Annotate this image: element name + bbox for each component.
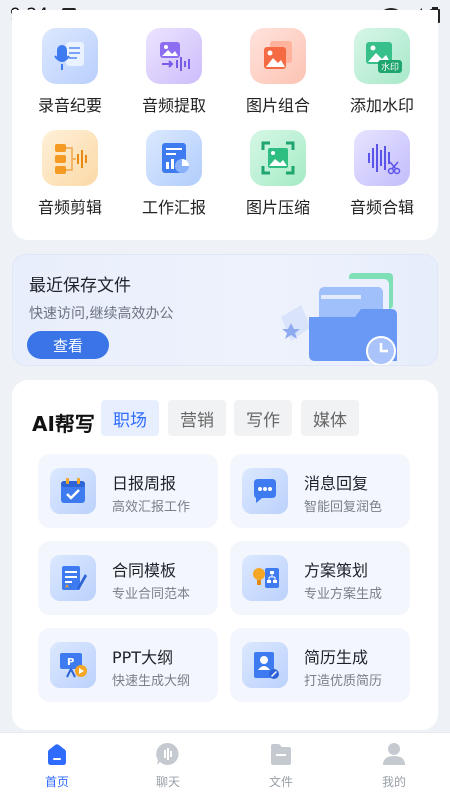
ai-item-name: 日报周报 (112, 474, 177, 493)
tab-writing[interactable]: 写作 (234, 400, 292, 436)
tool-image-combine[interactable]: 图片组合 (226, 28, 330, 116)
ai-item-contract-template[interactable]: 合同模板 专业合同范本 (38, 541, 218, 615)
ai-item-ppt-outline[interactable]: P PPT大纲 快速生成大纲 (38, 628, 218, 702)
report-chart-icon (146, 130, 202, 186)
tool-audio-merge[interactable]: 音频合辑 (330, 130, 434, 218)
folder-icon (268, 741, 294, 767)
ai-item-name: 简历生成 (304, 648, 369, 667)
chat-bubble-icon (242, 468, 288, 514)
bottom-nav: 首页 聊天 文件 我的 (0, 732, 450, 800)
tool-label: 音频提取 (141, 96, 206, 115)
tool-image-compress[interactable]: 图片压缩 (226, 130, 330, 218)
nav-label: 首页 (44, 775, 69, 789)
ai-item-name: 合同模板 (112, 561, 177, 580)
ai-item-desc: 高效汇报工作 (112, 500, 191, 515)
tab-media[interactable]: 媒体 (301, 400, 359, 436)
watermark-image-icon: 水印 (354, 28, 410, 84)
ai-section-title: AI帮写 (32, 412, 95, 436)
ai-writing-card: AI帮写 职场 营销 写作 媒体 日报周报 高效汇报工作 消息回复 智能回复润色… (12, 380, 438, 730)
contract-pen-icon (50, 555, 96, 601)
ai-item-resume-generate[interactable]: 简历生成 打造优质简历 (230, 628, 410, 702)
audio-merge-icon (354, 130, 410, 186)
tool-label: 音频剪辑 (37, 198, 102, 217)
stacked-images-icon (250, 28, 306, 84)
ai-item-desc: 专业合同范本 (112, 587, 191, 602)
tool-label: 工作汇报 (141, 198, 206, 217)
ppt-presentation-icon: P (50, 642, 96, 688)
ai-item-name: 消息回复 (304, 474, 369, 493)
recent-files-subtitle: 快速访问,继续高效办公 (29, 306, 174, 322)
tool-label: 图片压缩 (245, 198, 310, 217)
tools-card: 录音纪要 音频提取 图片组合 水印 添加水印 音频剪辑 工作汇报 图片压缩 音频… (12, 10, 438, 240)
home-icon (44, 741, 70, 767)
tool-label: 音频合辑 (349, 198, 414, 217)
tool-label: 添加水印 (349, 96, 414, 115)
nav-label: 聊天 (155, 775, 180, 789)
ai-item-message-reply[interactable]: 消息回复 智能回复润色 (230, 454, 410, 528)
nav-home[interactable]: 首页 (17, 741, 97, 790)
nav-files[interactable]: 文件 (241, 741, 321, 790)
resume-profile-icon (242, 642, 288, 688)
image-audio-extract-icon (146, 28, 202, 84)
recent-files-card[interactable]: 最近保存文件 快速访问,继续高效办公 查看 (12, 254, 438, 366)
watermark-badge-text: 水印 (381, 61, 399, 73)
ai-item-desc: 打造优质简历 (304, 674, 383, 689)
tool-label: 图片组合 (245, 96, 310, 115)
chat-icon (155, 741, 181, 767)
tool-audio-extract[interactable]: 音频提取 (122, 28, 226, 116)
ai-item-desc: 专业方案生成 (304, 587, 383, 602)
ai-item-daily-weekly-report[interactable]: 日报周报 高效汇报工作 (38, 454, 218, 528)
nav-label: 文件 (268, 775, 293, 789)
tool-audio-cut[interactable]: 音频剪辑 (18, 130, 122, 218)
nav-profile[interactable]: 我的 (354, 741, 434, 790)
calendar-check-icon (50, 468, 96, 514)
nav-chat[interactable]: 聊天 (128, 741, 208, 790)
idea-flowchart-icon (242, 555, 288, 601)
tool-work-report[interactable]: 工作汇报 (122, 130, 226, 218)
ai-item-name: 方案策划 (304, 561, 369, 580)
ai-item-desc: 智能回复润色 (304, 500, 383, 515)
tool-add-watermark[interactable]: 水印 添加水印 (330, 28, 434, 116)
image-compress-icon (250, 130, 306, 186)
ai-item-plan-proposal[interactable]: 方案策划 专业方案生成 (230, 541, 410, 615)
tab-marketing[interactable]: 营销 (168, 400, 226, 436)
tool-recording-minutes[interactable]: 录音纪要 (18, 28, 122, 116)
ai-item-name: PPT大纲 (112, 648, 174, 667)
view-button[interactable]: 查看 (27, 331, 109, 359)
svg-text:P: P (67, 657, 74, 668)
tab-workplace[interactable]: 职场 (101, 400, 159, 436)
audio-cut-icon (42, 130, 98, 186)
profile-icon (381, 741, 407, 767)
tool-label: 录音纪要 (37, 96, 102, 115)
microphone-document-icon (42, 28, 98, 84)
recent-files-title: 最近保存文件 (29, 276, 131, 296)
nav-label: 我的 (381, 775, 406, 789)
ai-item-desc: 快速生成大纲 (112, 674, 191, 689)
folder-clock-illustration (281, 273, 397, 365)
